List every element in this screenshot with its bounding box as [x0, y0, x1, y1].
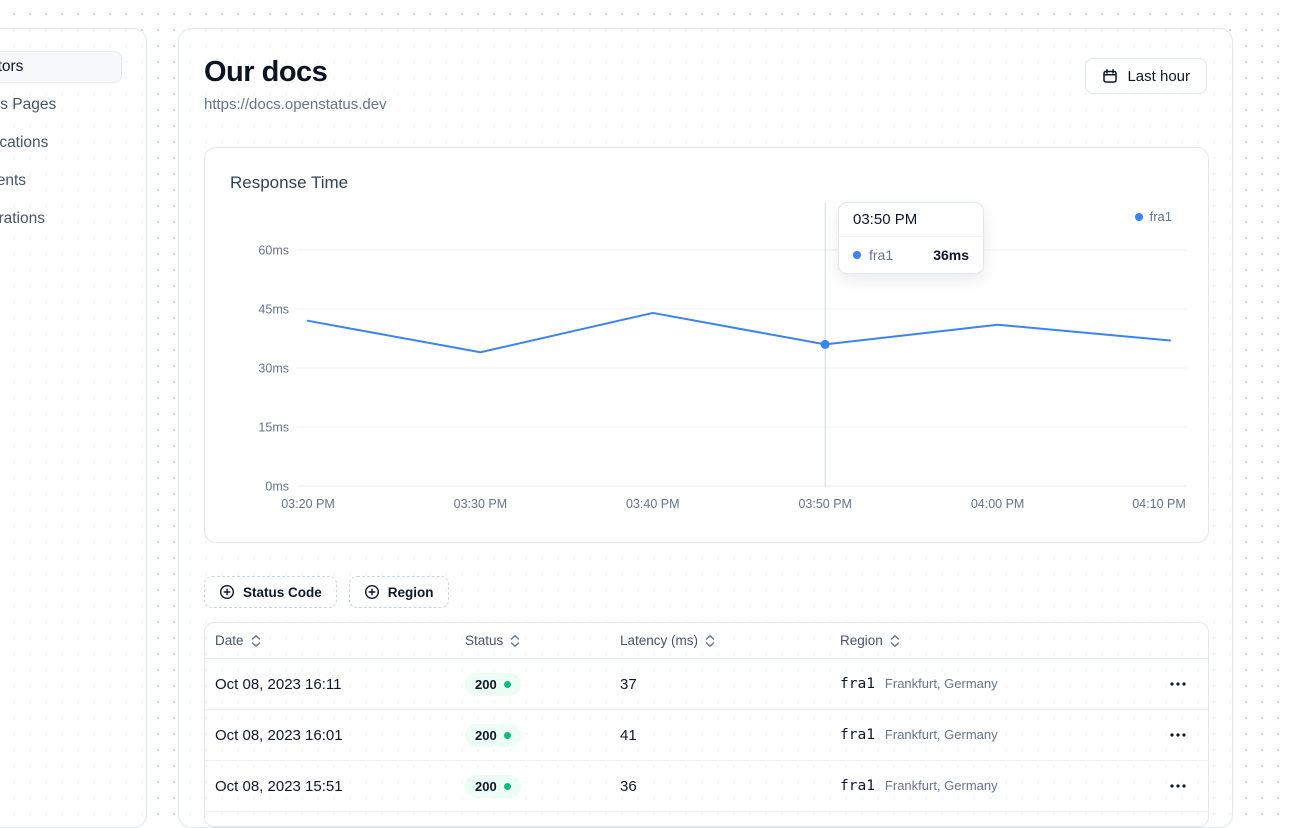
ping-latency: 37 [610, 676, 830, 693]
column-header-latency[interactable]: Latency (ms) [610, 633, 830, 648]
panel-header: Our docs https://docs.openstatus.dev Las… [204, 54, 1207, 113]
chevron-up-down-icon [889, 634, 901, 648]
date-range-button[interactable]: Last hour [1085, 58, 1207, 94]
table-body: Oct 08, 2023 16:11 200 37 fra1 Frankfurt… [205, 659, 1208, 812]
chart-legend: fra1 [1135, 209, 1172, 224]
status-badge: 200 [465, 673, 521, 696]
svg-text:03:20 PM: 03:20 PM [281, 497, 335, 511]
status-dot [504, 783, 511, 790]
svg-text:03:40 PM: 03:40 PM [626, 497, 680, 511]
ping-date: Oct 08, 2023 15:51 [205, 778, 455, 795]
ping-latency: 36 [610, 778, 830, 795]
column-header-date[interactable]: Date [205, 633, 455, 648]
add-status-code-filter-button[interactable]: Status Code [204, 576, 337, 608]
region-name: Frankfurt, Germany [885, 727, 998, 742]
region-code: fra1 [840, 676, 875, 692]
region-code: fra1 [840, 727, 875, 743]
svg-text:04:00 PM: 04:00 PM [971, 497, 1025, 511]
legend-series-label: fra1 [1150, 209, 1172, 224]
ping-date: Oct 08, 2023 16:01 [205, 727, 455, 744]
table-row: Oct 08, 2023 16:11 200 37 fra1 Frankfurt… [205, 659, 1208, 710]
sidebar: Monitors Status Pages Notifications Inci… [0, 28, 147, 828]
svg-text:04:10 PM: 04:10 PM [1132, 497, 1186, 511]
row-actions-button[interactable] [1166, 678, 1190, 690]
calendar-icon [1102, 68, 1118, 84]
sidebar-item-label: Integrations [0, 210, 45, 228]
row-actions-button[interactable] [1166, 780, 1190, 792]
sidebar-item-label: Notifications [0, 134, 48, 152]
sidebar-item-label: Incidents [0, 172, 26, 190]
plus-circle-icon [364, 584, 380, 600]
ping-date: Oct 08, 2023 16:11 [205, 676, 455, 693]
status-dot [504, 681, 511, 688]
monitor-detail-panel: Our docs https://docs.openstatus.dev Las… [178, 28, 1233, 828]
svg-text:60ms: 60ms [258, 244, 289, 258]
region-filter-label: Region [388, 585, 434, 600]
svg-text:0ms: 0ms [265, 480, 289, 494]
svg-text:45ms: 45ms [258, 303, 289, 317]
svg-text:15ms: 15ms [258, 421, 289, 435]
status-dot [504, 732, 511, 739]
region-name: Frankfurt, Germany [885, 676, 998, 691]
ellipsis-icon [1170, 733, 1186, 737]
table-row: Oct 08, 2023 15:51 200 36 fra1 Frankfurt… [205, 761, 1208, 812]
sidebar-item-monitors[interactable]: Monitors [0, 51, 122, 83]
column-header-status[interactable]: Status [455, 633, 610, 648]
monitor-url: https://docs.openstatus.dev [204, 96, 387, 113]
ellipsis-icon [1170, 784, 1186, 788]
date-range-label: Last hour [1127, 68, 1190, 85]
sidebar-item-label: Status Pages [0, 96, 56, 114]
sidebar-item-incidents[interactable]: Incidents [0, 165, 122, 197]
chart-tooltip: 03:50 PM fra1 36ms [838, 202, 984, 274]
status-code-filter-label: Status Code [243, 585, 322, 600]
legend-series-dot [1135, 213, 1143, 221]
chevron-up-down-icon [704, 634, 716, 648]
sidebar-nav: Monitors Status Pages Notifications Inci… [0, 29, 146, 235]
svg-text:03:30 PM: 03:30 PM [454, 497, 508, 511]
filter-row: Status Code Region [204, 576, 1207, 608]
column-header-region[interactable]: Region [830, 633, 1158, 648]
tooltip-series-name: fra1 [869, 247, 893, 263]
status-badge: 200 [465, 775, 521, 798]
table-header-row: Date Status Latency (ms) Region [205, 623, 1208, 659]
add-region-filter-button[interactable]: Region [349, 576, 449, 608]
status-badge: 200 [465, 724, 521, 747]
sidebar-item-status-pages[interactable]: Status Pages [0, 89, 122, 121]
sidebar-item-integrations[interactable]: Integrations [0, 203, 122, 235]
page-title: Our docs [204, 56, 387, 88]
table-row: Oct 08, 2023 16:01 200 41 fra1 Frankfurt… [205, 710, 1208, 761]
tooltip-time: 03:50 PM [839, 203, 983, 237]
chevron-up-down-icon [250, 634, 262, 648]
sidebar-item-notifications[interactable]: Notifications [0, 127, 122, 159]
row-actions-button[interactable] [1166, 729, 1190, 741]
region-name: Frankfurt, Germany [885, 778, 998, 793]
ping-latency: 41 [610, 727, 830, 744]
pings-table: Date Status Latency (ms) Region Oct 08, … [204, 622, 1209, 827]
response-time-card: Response Time 0ms15ms30ms45ms60ms03:20 P… [204, 147, 1209, 543]
tooltip-row: fra1 36ms [839, 237, 983, 273]
svg-text:30ms: 30ms [258, 362, 289, 376]
region-code: fra1 [840, 778, 875, 794]
chevron-up-down-icon [509, 634, 521, 648]
tooltip-series-dot [853, 251, 861, 259]
tooltip-series-value: 36ms [933, 247, 969, 263]
plus-circle-icon [219, 584, 235, 600]
svg-text:03:50 PM: 03:50 PM [798, 497, 852, 511]
sidebar-item-label: Monitors [0, 58, 23, 76]
ellipsis-icon [1170, 682, 1186, 686]
response-time-chart[interactable]: 0ms 15ms 30ms 45ms 60ms 03:20 PM 03:30 PM 03:40… [205, 148, 1208, 542]
